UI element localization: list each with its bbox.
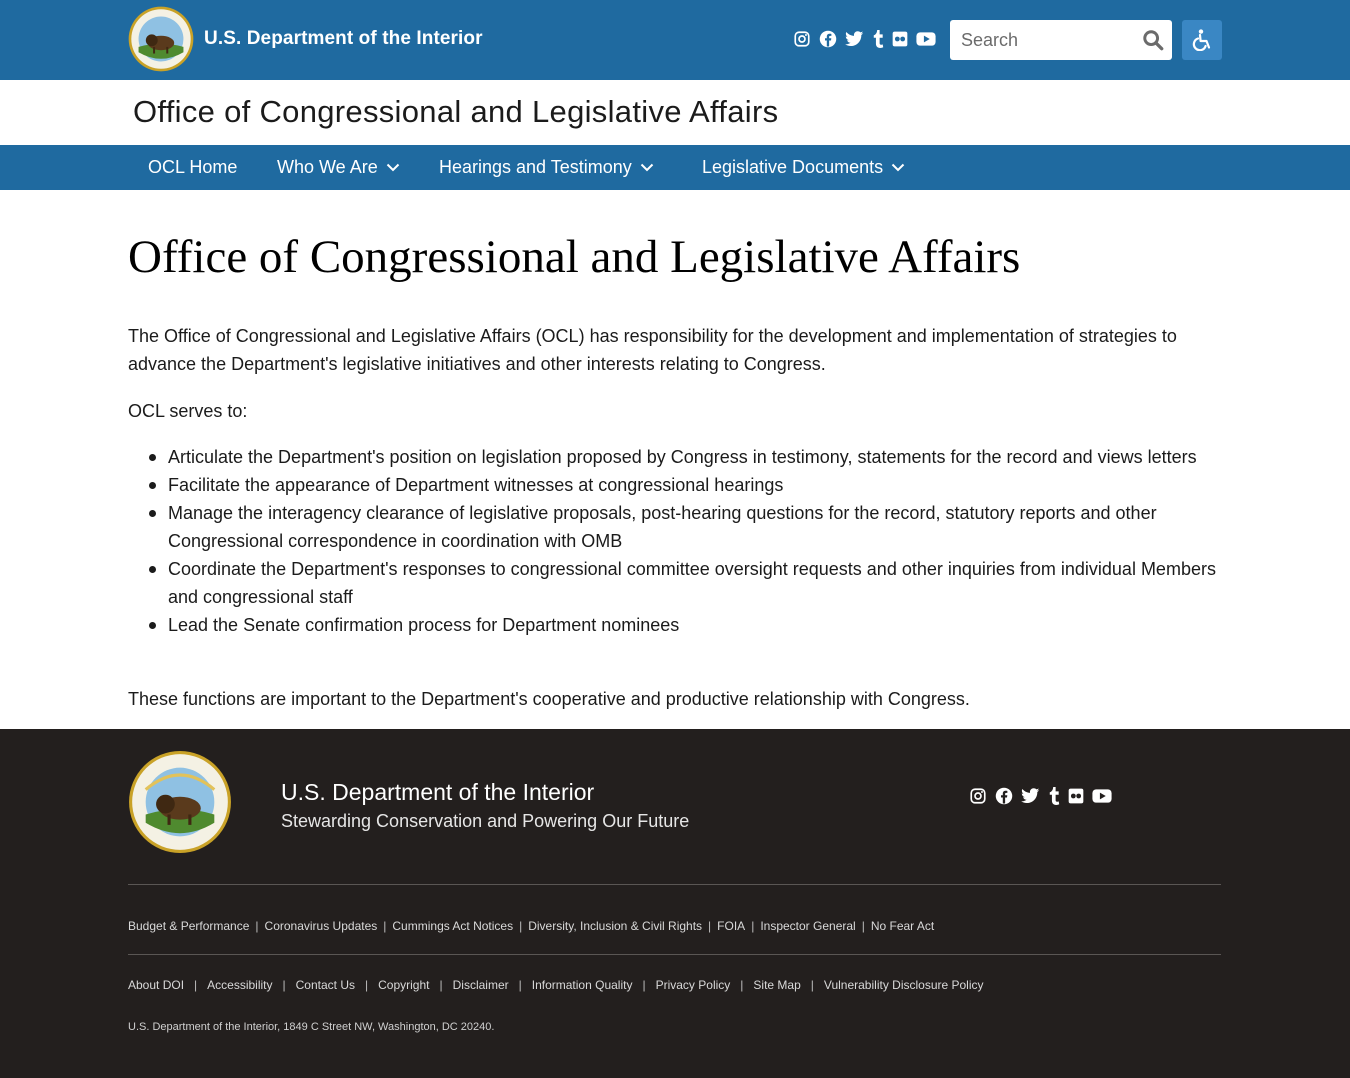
footer-link-contact-us[interactable]: Contact Us <box>296 978 355 992</box>
link-separator: | <box>282 978 286 992</box>
link-separator: | <box>519 919 523 933</box>
link-separator: | <box>194 978 198 992</box>
footer-link-copyright[interactable]: Copyright <box>378 978 429 992</box>
footer-link-coronavirus-updates[interactable]: Coronavirus Updates <box>265 919 378 933</box>
link-separator: | <box>439 978 443 992</box>
footer-links-secondary: About DOI | Accessibility | Contact Us |… <box>128 978 984 992</box>
search-input[interactable] <box>950 20 1135 60</box>
footer-link-privacy-policy[interactable]: Privacy Policy <box>656 978 731 992</box>
link-separator: | <box>642 978 646 992</box>
list-item: Facilitate the appearance of Department … <box>149 471 1218 499</box>
nav-item-label: Hearings and Testimony <box>439 157 632 177</box>
footer-divider <box>128 954 1221 955</box>
main-navigation: OCL Home Who We Are Hearings and Testimo… <box>0 145 1350 190</box>
footer-link-cummings-act-notices[interactable]: Cummings Act Notices <box>392 919 513 933</box>
twitter-icon[interactable] <box>1021 788 1040 804</box>
accessibility-button[interactable] <box>1182 20 1222 60</box>
tumblr-icon[interactable] <box>1048 787 1060 805</box>
search-box <box>950 20 1172 60</box>
serves-label: OCL serves to: <box>128 401 248 421</box>
link-separator: | <box>810 978 814 992</box>
list-item: Lead the Senate confirmation process for… <box>149 611 1218 639</box>
footer-link-about-doi[interactable]: About DOI <box>128 978 184 992</box>
search-icon <box>1143 30 1164 51</box>
link-separator: | <box>383 919 387 933</box>
nav-item-ocl-home[interactable]: OCL Home <box>148 157 237 178</box>
nav-item-label: Who We Are <box>277 157 378 177</box>
chevron-down-icon <box>891 163 905 172</box>
footer-link-accessibility[interactable]: Accessibility <box>207 978 272 992</box>
nav-item-who-we-are[interactable]: Who We Are <box>277 157 400 178</box>
page-title: Office of Congressional and Legislative … <box>128 231 1021 283</box>
site-header: U.S. Department of the Interior <box>0 0 1350 80</box>
main-content: Office of Congressional and Legislative … <box>0 190 1350 729</box>
link-separator: | <box>740 978 744 992</box>
list-item: Coordinate the Department's responses to… <box>149 555 1218 611</box>
office-title[interactable]: Office of Congressional and Legislative … <box>133 94 778 130</box>
link-separator: | <box>518 978 522 992</box>
footer-social-links <box>969 787 1112 805</box>
footer-link-inspector-general[interactable]: Inspector General <box>760 919 855 933</box>
chevron-down-icon <box>386 163 399 172</box>
footer-link-vulnerability-disclosure[interactable]: Vulnerability Disclosure Policy <box>824 978 984 992</box>
youtube-icon[interactable] <box>916 31 936 47</box>
youtube-icon[interactable] <box>1092 788 1112 804</box>
footer-link-diversity-inclusion[interactable]: Diversity, Inclusion & Civil Rights <box>528 919 702 933</box>
header-social-links <box>793 30 936 48</box>
link-separator: | <box>751 919 755 933</box>
nav-item-hearings-and-testimony[interactable]: Hearings and Testimony <box>439 157 654 178</box>
doi-seal-logo[interactable] <box>128 6 194 72</box>
office-banner: Office of Congressional and Legislative … <box>0 80 1350 145</box>
site-title[interactable]: U.S. Department of the Interior <box>204 28 483 50</box>
flickr-icon[interactable] <box>1068 788 1084 804</box>
footer-link-foia[interactable]: FOIA <box>717 919 745 933</box>
list-item: Manage the interagency clearance of legi… <box>149 499 1218 555</box>
link-separator: | <box>365 978 369 992</box>
footer-address: U.S. Department of the Interior, 1849 C … <box>128 1021 495 1033</box>
footer-link-budget-performance[interactable]: Budget & Performance <box>128 919 249 933</box>
footer-title: U.S. Department of the Interior <box>281 779 595 805</box>
twitter-icon[interactable] <box>845 31 864 47</box>
footer-links-primary: Budget & Performance | Coronavirus Updat… <box>128 919 934 933</box>
closing-paragraph: These functions are important to the Dep… <box>128 689 970 709</box>
wheelchair-icon <box>1192 29 1211 51</box>
search-button[interactable] <box>1142 29 1164 51</box>
footer-divider <box>128 884 1221 885</box>
link-separator: | <box>255 919 259 933</box>
responsibilities-list: Articulate the Department's position on … <box>149 443 1218 639</box>
list-item: Articulate the Department's position on … <box>149 443 1218 471</box>
footer-link-disclaimer[interactable]: Disclaimer <box>453 978 509 992</box>
site-footer: U.S. Department of the Interior Stewardi… <box>0 729 1350 1078</box>
facebook-icon[interactable] <box>995 787 1013 805</box>
nav-item-label: Legislative Documents <box>702 157 884 177</box>
tumblr-icon[interactable] <box>872 30 884 48</box>
footer-link-no-fear-act[interactable]: No Fear Act <box>871 919 934 933</box>
instagram-icon[interactable] <box>793 30 811 48</box>
doi-seal-logo[interactable] <box>128 750 232 854</box>
footer-link-information-quality[interactable]: Information Quality <box>532 978 633 992</box>
link-separator: | <box>708 919 712 933</box>
footer-link-site-map[interactable]: Site Map <box>753 978 800 992</box>
footer-tagline: Stewarding Conservation and Powering Our… <box>281 811 690 831</box>
flickr-icon[interactable] <box>892 31 908 47</box>
link-separator: | <box>861 919 865 933</box>
chevron-down-icon <box>640 163 653 172</box>
intro-paragraph: The Office of Congressional and Legislat… <box>128 326 1177 374</box>
nav-item-legislative-documents[interactable]: Legislative Documents <box>702 157 905 178</box>
instagram-icon[interactable] <box>969 787 987 805</box>
nav-item-label: OCL Home <box>148 157 238 177</box>
facebook-icon[interactable] <box>819 30 837 48</box>
